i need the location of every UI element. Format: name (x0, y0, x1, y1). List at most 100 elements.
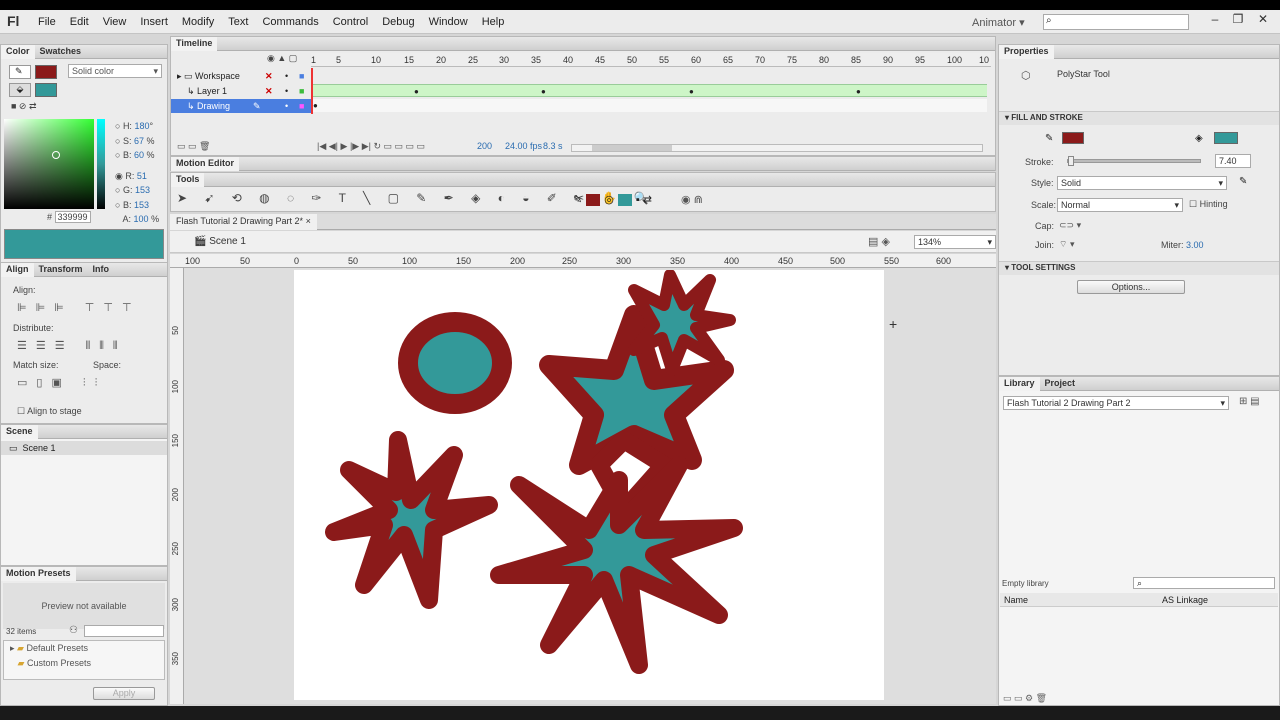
close-icon[interactable]: × (306, 216, 311, 226)
layer-drawing[interactable]: ↳ Drawing ✎ • ■ (171, 99, 311, 113)
menu-modify[interactable]: Modify (182, 16, 214, 28)
preset-folder-default[interactable]: ▸ ▰ Default Presets (4, 641, 164, 656)
library-bottom-icons[interactable]: ▭ ▭ ⚙ 🗑 (1003, 693, 1047, 704)
close-window-button[interactable]: ✕ (1253, 12, 1273, 28)
star-left[interactable] (325, 431, 498, 609)
layer-1[interactable]: ↳ Layer 1 ✕ • ■ (171, 84, 311, 98)
align-buttons[interactable]: ⊫⊫⊫ ⊤⊤⊤ (17, 301, 141, 314)
color-picker-handle[interactable] (52, 151, 60, 159)
tab-tools[interactable]: Tools (171, 173, 205, 187)
options-button[interactable]: Options... (1077, 280, 1185, 294)
edit-stroke-style-icon[interactable]: ✎ (1239, 176, 1247, 187)
frame-rate[interactable]: 24.00 fps (505, 141, 542, 151)
cap-select[interactable]: ⊂⊃ ▾ (1059, 220, 1081, 231)
stage[interactable] (294, 269, 884, 700)
menu-view[interactable]: View (103, 16, 127, 28)
red-value[interactable]: 51 (137, 171, 147, 181)
ring-shape[interactable] (398, 312, 512, 414)
tab-motion-presets[interactable]: Motion Presets (1, 567, 76, 581)
ruler-tick: 0 (294, 256, 300, 266)
minimize-button[interactable]: – (1205, 12, 1225, 28)
align-to-stage-checkbox[interactable]: ☐ Align to stage (17, 406, 82, 417)
tab-color[interactable]: Color (1, 45, 35, 59)
menu-file[interactable]: File (38, 16, 56, 28)
menu-commands[interactable]: Commands (262, 16, 318, 28)
blue-value[interactable]: 153 (134, 200, 149, 210)
hinting-checkbox[interactable]: ☐ Hinting (1189, 199, 1228, 210)
menu-help[interactable]: Help (482, 16, 505, 28)
miter-value[interactable]: 3.00 (1186, 240, 1204, 250)
stroke-slider[interactable] (1067, 156, 1201, 166)
playhead[interactable] (311, 68, 313, 114)
scale-select[interactable]: Normal ▾ (1057, 198, 1183, 212)
tab-timeline[interactable]: Timeline (171, 37, 218, 51)
hex-input[interactable]: 339999 (54, 211, 91, 223)
layer-workspace[interactable]: ▸ ▭ Workspace ✕ • ■ (171, 69, 311, 83)
fill-color-swatch[interactable] (35, 83, 57, 97)
column-name[interactable]: Name (1004, 595, 1028, 605)
join-select[interactable]: ⌔ ▾ (1059, 239, 1074, 250)
tab-info[interactable]: Info (88, 263, 115, 277)
tab-transform[interactable]: Transform (34, 263, 88, 277)
playback-controls[interactable]: |◀ ◀| ▶ |▶ ▶| ↻ ▭ ▭ ▭ ▭ (317, 141, 425, 152)
fill-stroke-section[interactable]: ▾ FILL AND STROKE (999, 111, 1279, 125)
menu-edit[interactable]: Edit (70, 16, 89, 28)
drawing-frames[interactable]: ● (311, 99, 987, 112)
menu-window[interactable]: Window (429, 16, 468, 28)
stroke-color-icon[interactable]: ✎ (9, 65, 31, 79)
match-size-buttons[interactable]: ▭▯▣ ⫶⫶ (17, 376, 106, 390)
tool-settings-section[interactable]: ▾ TOOL SETTINGS (999, 261, 1279, 275)
green-value[interactable]: 153 (135, 185, 150, 195)
menu-debug[interactable]: Debug (382, 16, 414, 28)
color-type-select[interactable]: Solid color ▾ (68, 64, 162, 78)
fill-color-button[interactable] (1214, 132, 1238, 144)
stroke-color-swatch[interactable] (35, 65, 57, 79)
tab-library[interactable]: Library (999, 377, 1040, 391)
apply-button[interactable]: Apply (93, 687, 155, 700)
swap-colors-icon[interactable]: ■ ⊘ ⇄ (11, 101, 37, 112)
menu-text[interactable]: Text (228, 16, 248, 28)
menu-control[interactable]: Control (333, 16, 368, 28)
restore-button[interactable]: ❐ (1228, 12, 1248, 28)
frame-number: 35 (531, 55, 542, 65)
tool-colors[interactable]: ✎ ◎ ▪ ⇄ (573, 193, 652, 207)
scene-list-item[interactable]: ▭ Scene 1 (1, 441, 167, 455)
preset-folder-custom[interactable]: ▰ Custom Presets (4, 656, 164, 671)
help-search-input[interactable]: ⌕ (1043, 14, 1189, 30)
tab-align[interactable]: Align (1, 263, 34, 277)
menu-insert[interactable]: Insert (140, 16, 168, 28)
timeline-scrollbar[interactable] (571, 144, 983, 152)
column-linkage[interactable]: AS Linkage (1162, 593, 1208, 607)
edit-symbol-icons[interactable]: ▤ ◈ (868, 235, 890, 248)
fill-color-icon[interactable]: ⬙ (9, 83, 31, 97)
distribute-buttons[interactable]: ☰☰☰ ⫴⫴⫴ (17, 339, 127, 353)
stroke-width-input[interactable]: 7.40 (1215, 154, 1251, 168)
stroke-style-select[interactable]: Solid ▾ (1057, 176, 1227, 190)
ruler-tick: 350 (670, 256, 686, 266)
brightness-value[interactable]: 60 (134, 150, 144, 160)
pin-library-icon[interactable]: ⊞ ▤ (1239, 396, 1260, 407)
zoom-select[interactable]: 134% ▾ (914, 235, 996, 249)
layer-1-frames[interactable]: ● ● ● ● (311, 84, 987, 97)
scene-breadcrumb[interactable]: 🎬 Scene 1 (194, 236, 246, 247)
tab-motion-editor[interactable]: Motion Editor (171, 157, 239, 171)
library-document-select[interactable]: Flash Tutorial 2 Drawing Part 2 ▾ (1003, 396, 1229, 410)
brightness-slider[interactable] (97, 119, 105, 209)
hue-value[interactable]: 180 (134, 121, 149, 131)
tab-scene[interactable]: Scene (1, 425, 38, 439)
preset-search-input[interactable] (84, 625, 164, 637)
tab-properties[interactable]: Properties (999, 45, 1054, 59)
new-layer-icon[interactable]: ▭ ▭ 🗑 (177, 141, 210, 152)
star-bottom[interactable] (490, 456, 743, 674)
color-spectrum-picker[interactable] (4, 119, 94, 209)
alpha-value[interactable]: 100 (134, 214, 149, 224)
workspace-switcher[interactable]: Animator ▾ (972, 16, 1025, 29)
current-frame[interactable]: 200 (477, 141, 492, 151)
document-tab[interactable]: Flash Tutorial 2 Drawing Part 2* × (170, 214, 317, 230)
tab-swatches[interactable]: Swatches (35, 45, 87, 59)
snap-icon[interactable]: ◉ ⋒ (681, 193, 703, 206)
saturation-value[interactable]: 67 (134, 136, 144, 146)
tab-project[interactable]: Project (1040, 377, 1081, 391)
stroke-color-button[interactable] (1062, 132, 1084, 144)
library-search-input[interactable]: ⌕ (1133, 577, 1275, 589)
